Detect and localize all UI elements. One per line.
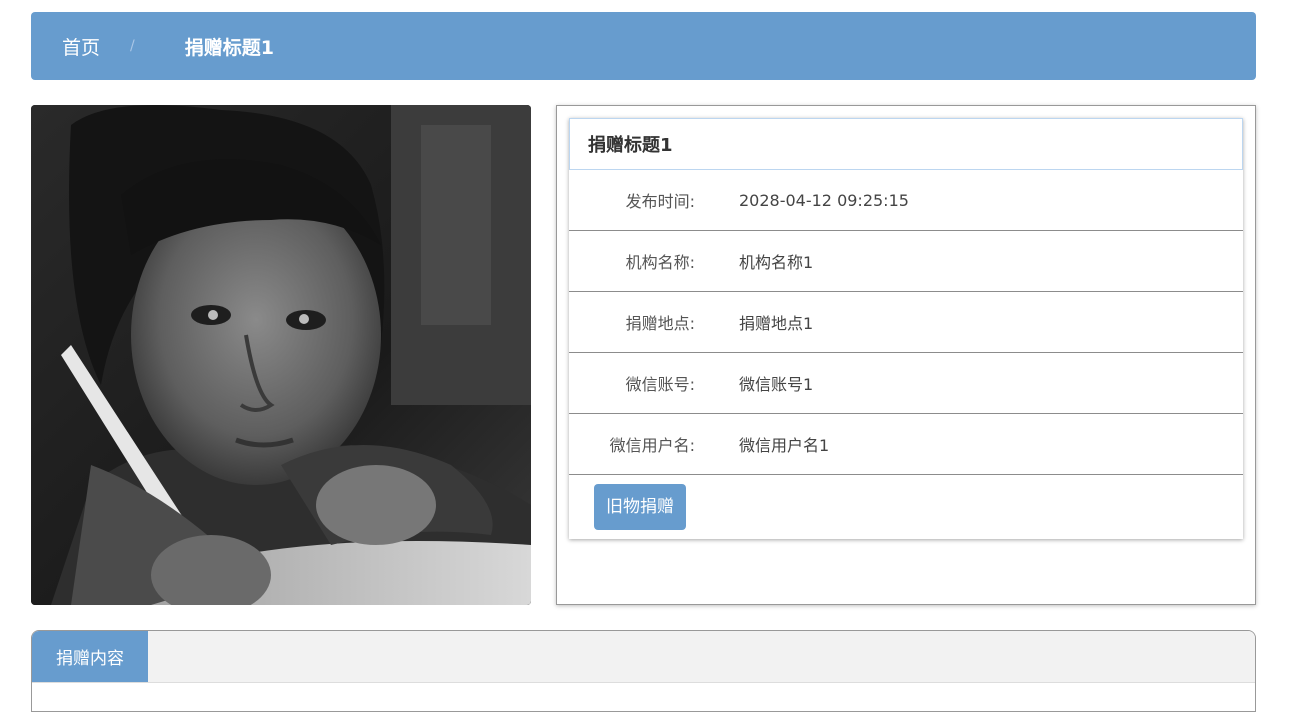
detail-row-wechat-username: 微信用户名: 微信用户名1 — [569, 414, 1243, 475]
detail-row-value: 微信账号1 — [739, 375, 814, 394]
detail-row-label: 捐赠地点: — [625, 314, 695, 333]
detail-title: 捐赠标题1 — [569, 118, 1243, 170]
detail-row-value: 微信用户名1 — [739, 436, 830, 455]
detail-row-label: 机构名称: — [625, 253, 695, 272]
detail-card: 捐赠标题1 发布时间: 2028-04-12 09:25:15 机构名称: 机构… — [569, 118, 1243, 539]
detail-row-value: 机构名称1 — [739, 253, 814, 272]
breadcrumb-current: 捐赠标题1 — [184, 36, 274, 59]
content-panel: 捐赠内容 — [31, 630, 1256, 712]
detail-row-publish-time: 发布时间: 2028-04-12 09:25:15 — [569, 170, 1243, 231]
donation-photo — [31, 105, 531, 605]
donate-used-items-button[interactable]: 旧物捐赠 — [594, 484, 686, 530]
detail-row-wechat-account: 微信账号: 微信账号1 — [569, 353, 1243, 414]
detail-row-location: 捐赠地点: 捐赠地点1 — [569, 292, 1243, 353]
breadcrumb-home-link[interactable]: 首页 — [62, 33, 100, 60]
detail-row-label: 微信用户名: — [609, 436, 695, 455]
breadcrumb: 首页 / 捐赠标题1 — [31, 12, 1256, 80]
donation-photo-image — [31, 105, 531, 605]
detail-row-org-name: 机构名称: 机构名称1 — [569, 231, 1243, 292]
detail-actions: 旧物捐赠 — [569, 475, 1243, 539]
tab-strip: 捐赠内容 — [32, 631, 1255, 683]
detail-panel: 捐赠标题1 发布时间: 2028-04-12 09:25:15 机构名称: 机构… — [556, 105, 1256, 605]
detail-row-value: 捐赠地点1 — [739, 314, 814, 333]
detail-row-label: 发布时间: — [625, 192, 695, 211]
detail-row-value: 2028-04-12 09:25:15 — [739, 190, 909, 210]
detail-row-label: 微信账号: — [625, 375, 695, 394]
breadcrumb-separator: / — [130, 38, 135, 54]
tab-donation-content[interactable]: 捐赠内容 — [32, 631, 148, 682]
